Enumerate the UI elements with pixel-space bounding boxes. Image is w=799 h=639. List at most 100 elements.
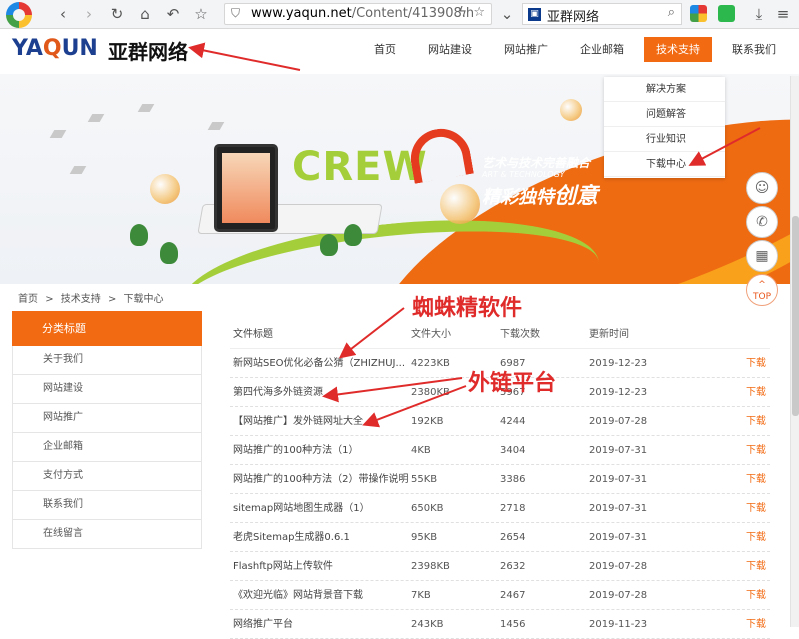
nav-enterprise-mail[interactable]: 企业邮箱 [568,37,636,62]
tree-icon [320,234,338,256]
download-link[interactable]: 下载 [746,407,766,436]
sidebar-item-enterprise-mail[interactable]: 企业邮箱 [12,433,202,462]
header-title: 文件标题 [233,329,273,340]
table-row: Flashftp网站上传软件 2398KB 2632 2019-07-28 下载 [230,552,770,581]
download-link[interactable]: 下载 [746,494,766,523]
forward-icon[interactable]: › [78,4,100,24]
update-date: 2019-07-28 [589,590,648,601]
sidebar-item-website-build[interactable]: 网站建设 [12,375,202,404]
annotation-label-spider: 蜘蛛精软件 [412,296,523,321]
sidebar-item-contact[interactable]: 联系我们 [12,491,202,520]
file-size: 4223KB [411,358,450,369]
home-icon[interactable]: ⌂ [134,4,156,24]
sidebar-title: 分类标题 [12,311,202,346]
download-link[interactable]: 下载 [746,378,766,407]
download-count: 2718 [500,503,526,514]
file-title-link[interactable]: 【网站推广】发外链网址大全 [233,407,409,436]
download-link[interactable]: 下载 [746,436,766,465]
breadcrumb-home[interactable]: 首页 [18,294,38,305]
chevron-down-icon[interactable]: ⌄ [496,4,518,24]
download-link[interactable]: 下载 [746,523,766,552]
file-size: 4KB [411,445,431,456]
breadcrumb-tech-support[interactable]: 技术支持 [61,294,101,305]
table-row: 【网站推广】发外链网址大全 192KB 4244 2019-07-28 下载 [230,407,770,436]
update-date: 2019-11-23 [589,619,648,630]
favorite-star-icon[interactable]: ☆ [190,4,212,24]
bookmark-star-icon[interactable]: ☆ [473,5,485,20]
breadcrumb: 首页 > 技术支持 > 下载中心 [18,290,168,305]
table-row: 网络推广平台 243KB 1456 2019-11-23 下载 [230,610,770,639]
tree-icon [160,242,178,264]
back-to-top-button[interactable]: ^ TOP [746,274,778,306]
file-size: 95KB [411,532,438,543]
download-link[interactable]: 下载 [746,465,766,494]
download-link[interactable]: 下载 [746,552,766,581]
brand-logo[interactable]: YAQUN [12,36,98,61]
breadcrumb-download[interactable]: 下载中心 [124,294,164,305]
sidebar-item-website-promo[interactable]: 网站推广 [12,404,202,433]
nav-home[interactable]: 首页 [362,37,408,62]
update-date: 2019-07-28 [589,561,648,572]
tab-title: 亚群网络 [547,10,600,25]
heart-ribbon-graphic [406,124,474,184]
download-icon[interactable]: ⤓ [748,4,770,24]
file-size: 2398KB [411,561,450,572]
search-icon[interactable]: ⌕ [668,5,675,20]
scrollbar-thumb[interactable] [792,216,799,416]
file-size: 650KB [411,503,444,514]
reload-icon[interactable]: ↻ [106,4,128,24]
submenu-faq[interactable]: 问题解答 [604,102,725,127]
bird-icon [69,166,87,174]
file-title-link[interactable]: sitemap网站地图生成器（1） [233,494,409,523]
file-title-link[interactable]: 网站推广的100种方法（2）带操作说明 [233,465,409,494]
brand-name[interactable]: 亚群网络 [108,36,188,65]
download-link[interactable]: 下载 [746,581,766,610]
customer-service-icon[interactable]: ☺ [746,172,778,204]
address-url[interactable]: www.yaqun.net/Content/413908.h [251,6,474,21]
table-row: 网站推广的100种方法（1） 4KB 3404 2019-07-31 下载 [230,436,770,465]
submenu-industry[interactable]: 行业知识 [604,127,725,152]
breadcrumb-separator: > [107,294,117,305]
chevron-up-icon: ^ [758,280,766,290]
download-link[interactable]: 下载 [746,610,766,639]
apps-grid-icon[interactable] [690,5,707,22]
nav-tech-support[interactable]: 技术支持 [644,37,712,62]
nav-website-build[interactable]: 网站建设 [416,37,484,62]
lightning-icon[interactable]: ϟ [458,5,467,20]
wechat-icon[interactable] [718,5,735,22]
address-bar[interactable]: ⛉ www.yaqun.net/Content/413908.h ϟ ☆ [224,3,492,25]
bird-icon [137,104,155,112]
download-link[interactable]: 下载 [746,349,766,378]
file-title-link[interactable]: 新网站SEO优化必备公猜（ZHIZHUJ... [233,349,409,378]
nav-contact[interactable]: 联系我们 [720,37,788,62]
header-date: 更新时间 [589,329,629,340]
sidebar-item-payment[interactable]: 支付方式 [12,462,202,491]
file-title-link[interactable]: 网站推广的100种方法（1） [233,436,409,465]
table-header: 文件标题 文件大小 下载次数 更新时间 [230,320,770,349]
file-title-link[interactable]: 老虎Sitemap生成器0.6.1 [233,523,409,552]
header-count: 下载次数 [500,329,540,340]
site-favicon-icon: ▣ [528,8,541,21]
security-shield-icon: ⛉ [231,6,241,20]
undo-icon[interactable]: ↶ [162,4,184,24]
menu-icon[interactable]: ≡ [772,4,794,24]
file-title-link[interactable]: 《欢迎光临》网站背景音下载 [233,581,409,610]
file-title-link[interactable]: Flashftp网站上传软件 [233,552,409,581]
browser-logo-icon[interactable] [6,2,32,28]
file-title-link[interactable]: 第四代海多外链资源 [233,378,409,407]
back-icon[interactable]: ‹ [52,4,74,24]
browser-tab[interactable]: ▣ 亚群网络 ⌕ [522,3,682,25]
submenu-solutions[interactable]: 解决方案 [604,77,725,102]
phone-icon[interactable]: ✆ [746,206,778,238]
download-count: 4244 [500,416,526,427]
sidebar-item-message[interactable]: 在线留言 [12,520,202,549]
qrcode-icon[interactable]: ▦ [746,240,778,272]
file-title-link[interactable]: 网络推广平台 [233,610,409,639]
page-scrollbar[interactable] [790,76,799,627]
table-row: 网站推广的100种方法（2）带操作说明 55KB 3386 2019-07-31 下载 [230,465,770,494]
nav-website-promo[interactable]: 网站推广 [492,37,560,62]
download-count: 3386 [500,474,526,485]
sidebar-item-about[interactable]: 关于我们 [12,346,202,375]
submenu-download[interactable]: 下载中心 [604,152,725,177]
update-date: 2019-07-31 [589,445,648,456]
